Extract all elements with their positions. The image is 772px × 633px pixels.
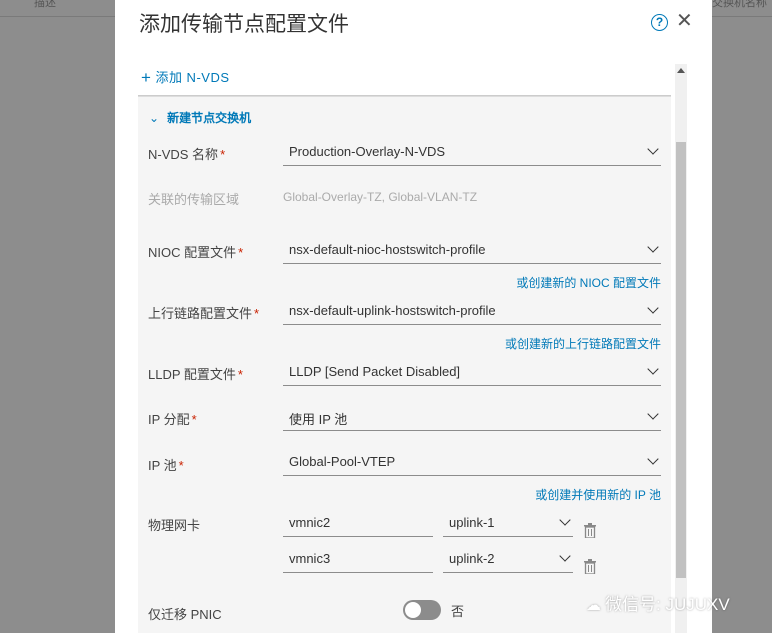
required-asterisk: * <box>237 367 243 382</box>
label-text: N-VDS 名称 <box>148 147 219 162</box>
label-text: IP 分配 <box>148 412 190 427</box>
add-nvds-button[interactable]: + 添加 N-VDS <box>141 67 230 88</box>
label-text: IP 池 <box>148 458 177 473</box>
label-text: NIOC 配置文件 <box>148 245 237 260</box>
chevron-down-icon <box>647 408 659 420</box>
uplink-profile-label: 上行链路配置文件 * <box>148 303 259 322</box>
toggle-knob <box>405 602 421 618</box>
migrate-pnic-label: 仅迁移 PNIC <box>148 607 222 622</box>
chevron-down-icon <box>647 363 659 375</box>
background-right-panel: 交换机名称 <box>712 0 772 633</box>
required-asterisk: * <box>238 245 244 260</box>
chevron-down-icon <box>559 550 571 562</box>
help-icon[interactable]: ? <box>651 14 668 31</box>
create-uplink-profile-link[interactable]: 或创建新的上行链路配置文件 <box>505 335 661 352</box>
ip-assignment-label: IP 分配 * <box>148 409 197 428</box>
trash-icon[interactable] <box>584 559 596 574</box>
add-nvds-label: 添加 N-VDS <box>155 70 230 85</box>
dialog-title: 添加传输节点配置文件 <box>139 13 349 36</box>
trash-icon[interactable] <box>584 523 596 538</box>
chevron-down-icon <box>559 514 571 526</box>
pnic-value: vmnic3 <box>289 551 331 566</box>
pnic-input[interactable]: vmnic3 <box>283 547 433 573</box>
migrate-pnic-toggle[interactable] <box>403 600 441 620</box>
background-column-header: 交换机名称 <box>712 0 767 9</box>
label-text: LLDP 配置文件 <box>148 367 236 382</box>
selected-value: 使用 IP 池 <box>289 412 348 427</box>
transport-zone-label: 关联的传输区域 <box>148 192 240 207</box>
required-asterisk: * <box>191 412 197 427</box>
ip-assignment-select[interactable]: 使用 IP 池 <box>283 405 661 431</box>
chevron-down-icon <box>647 241 659 253</box>
scroll-up-arrow-icon[interactable] <box>677 68 685 73</box>
chevron-down-icon: ⌄ <box>149 111 160 125</box>
create-nioc-profile-link[interactable]: 或创建新的 NIOC 配置文件 <box>516 274 661 291</box>
uplink-select[interactable]: uplink-1 <box>443 511 573 537</box>
label-text: 上行链路配置文件 <box>148 306 253 321</box>
transport-zone-value: Global-Overlay-TZ, Global-VLAN-TZ <box>283 190 478 204</box>
selected-value: Global-Pool-VTEP <box>289 454 396 469</box>
required-asterisk: * <box>178 458 184 473</box>
selected-value: uplink-1 <box>449 515 495 530</box>
selected-value: nsx-default-uplink-hostswitch-profile <box>289 303 496 318</box>
background-column-header: 描述 <box>34 0 56 9</box>
background-divider <box>0 16 115 17</box>
wechat-watermark: ☁ 微信号: JUJUXV <box>586 590 730 615</box>
scrollbar[interactable] <box>675 64 687 633</box>
lldp-profile-label: LLDP 配置文件 * <box>148 364 243 383</box>
physical-nic-label: 物理网卡 <box>148 518 201 533</box>
background-left-panel: 描述 <box>0 0 115 633</box>
ip-pool-label: IP 池 * <box>148 455 184 474</box>
background-divider <box>712 16 772 17</box>
add-transport-node-profile-dialog: 添加传输节点配置文件 ? ✕ + 添加 N-VDS ⌄ 新建节点交换机 N-VDS … <box>115 0 712 633</box>
create-ip-pool-link[interactable]: 或创建并使用新的 IP 池 <box>535 486 661 503</box>
selected-value: nsx-default-nioc-hostswitch-profile <box>289 242 486 257</box>
selected-value: uplink-2 <box>449 551 495 566</box>
selected-value: Production-Overlay-N-VDS <box>289 144 446 159</box>
pnic-input[interactable]: vmnic2 <box>283 511 433 537</box>
required-asterisk: * <box>220 147 226 162</box>
scrollbar-thumb[interactable] <box>676 142 686 578</box>
lldp-profile-select[interactable]: LLDP [Send Packet Disabled] <box>283 360 661 386</box>
close-icon[interactable]: ✕ <box>676 10 693 32</box>
chevron-down-icon <box>647 302 659 314</box>
uplink-profile-select[interactable]: nsx-default-uplink-hostswitch-profile <box>283 299 661 325</box>
nvds-name-select[interactable]: Production-Overlay-N-VDS <box>283 140 661 166</box>
watermark-text: 微信号: JUJUXV <box>605 595 730 614</box>
ip-pool-select[interactable]: Global-Pool-VTEP <box>283 450 661 476</box>
toggle-state-label: 否 <box>451 604 465 619</box>
nvds-name-label: N-VDS 名称 * <box>148 144 225 163</box>
section-title: 新建节点交换机 <box>167 111 252 125</box>
wechat-icon: ☁ <box>586 597 601 614</box>
new-node-switch-section-toggle[interactable]: ⌄ 新建节点交换机 <box>149 109 251 126</box>
pnic-value: vmnic2 <box>289 515 331 530</box>
selected-value: LLDP [Send Packet Disabled] <box>289 364 461 379</box>
nioc-profile-label: NIOC 配置文件 * <box>148 242 243 261</box>
uplink-select[interactable]: uplink-2 <box>443 547 573 573</box>
nioc-profile-select[interactable]: nsx-default-nioc-hostswitch-profile <box>283 238 661 264</box>
chevron-down-icon <box>647 453 659 465</box>
chevron-down-icon <box>647 143 659 155</box>
required-asterisk: * <box>254 306 260 321</box>
plus-icon: + <box>141 68 152 87</box>
